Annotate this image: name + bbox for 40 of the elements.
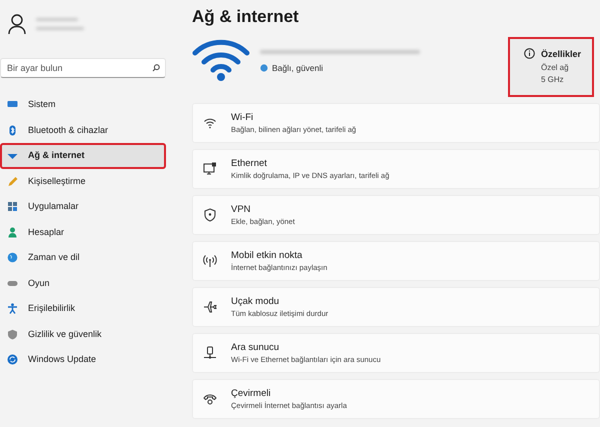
nav-item[interactable]: Kişiselleştirme xyxy=(0,168,166,194)
ethernet-icon xyxy=(203,162,217,176)
card-title: Ethernet xyxy=(231,158,268,170)
search-field[interactable]: Bir ayar bulun xyxy=(0,58,166,78)
person-icon xyxy=(7,226,18,238)
card-title: VPN xyxy=(231,204,252,216)
apps-icon xyxy=(7,201,18,212)
nav-item[interactable]: Sistem xyxy=(0,92,166,118)
bluetooth-icon xyxy=(7,124,18,136)
nav-item[interactable]: Ağ & internet xyxy=(0,143,166,168)
nav-item[interactable]: Hesaplar xyxy=(0,220,166,245)
page-title: Ağ & internet xyxy=(192,6,300,28)
hotspot-icon xyxy=(203,254,217,268)
nav-item[interactable]: Uygulamalar xyxy=(0,194,166,220)
proxy-icon xyxy=(203,346,217,360)
card-title: Ara sunucu xyxy=(231,342,280,354)
properties-button[interactable]: Özellikler Özel ağ 5 GHz xyxy=(508,37,594,97)
card-title: Wi-Fi xyxy=(231,112,254,124)
wifi-icon xyxy=(203,116,217,130)
dialup-icon xyxy=(203,392,217,406)
nav-item[interactable]: Bluetooth & cihazlar xyxy=(0,118,166,143)
card-title: Uçak modu xyxy=(231,296,280,308)
nav-item[interactable]: Gizlilik ve güvenlik xyxy=(0,322,166,347)
nav-item[interactable]: Erişilebilirlik xyxy=(0,296,166,322)
nav-item[interactable]: Zaman ve dil xyxy=(0,245,166,270)
blurred-account-name xyxy=(36,18,84,30)
accessibility-icon xyxy=(7,303,18,314)
pen-icon xyxy=(7,176,18,187)
update-icon xyxy=(7,354,18,366)
info-icon xyxy=(524,48,535,59)
nav-item[interactable]: Oyun xyxy=(0,270,166,296)
search-icon xyxy=(152,64,160,72)
shield-icon xyxy=(7,328,18,340)
card-title: Çevirmeli xyxy=(231,388,272,400)
user-avatar-icon xyxy=(8,14,26,34)
nav-item[interactable]: Windows Update xyxy=(0,347,166,372)
connection-status: Bağlı, güvenli xyxy=(272,62,324,75)
vpn-icon xyxy=(203,208,217,222)
card-title: Mobil etkin nokta xyxy=(231,250,304,262)
airplane-icon xyxy=(203,300,217,314)
